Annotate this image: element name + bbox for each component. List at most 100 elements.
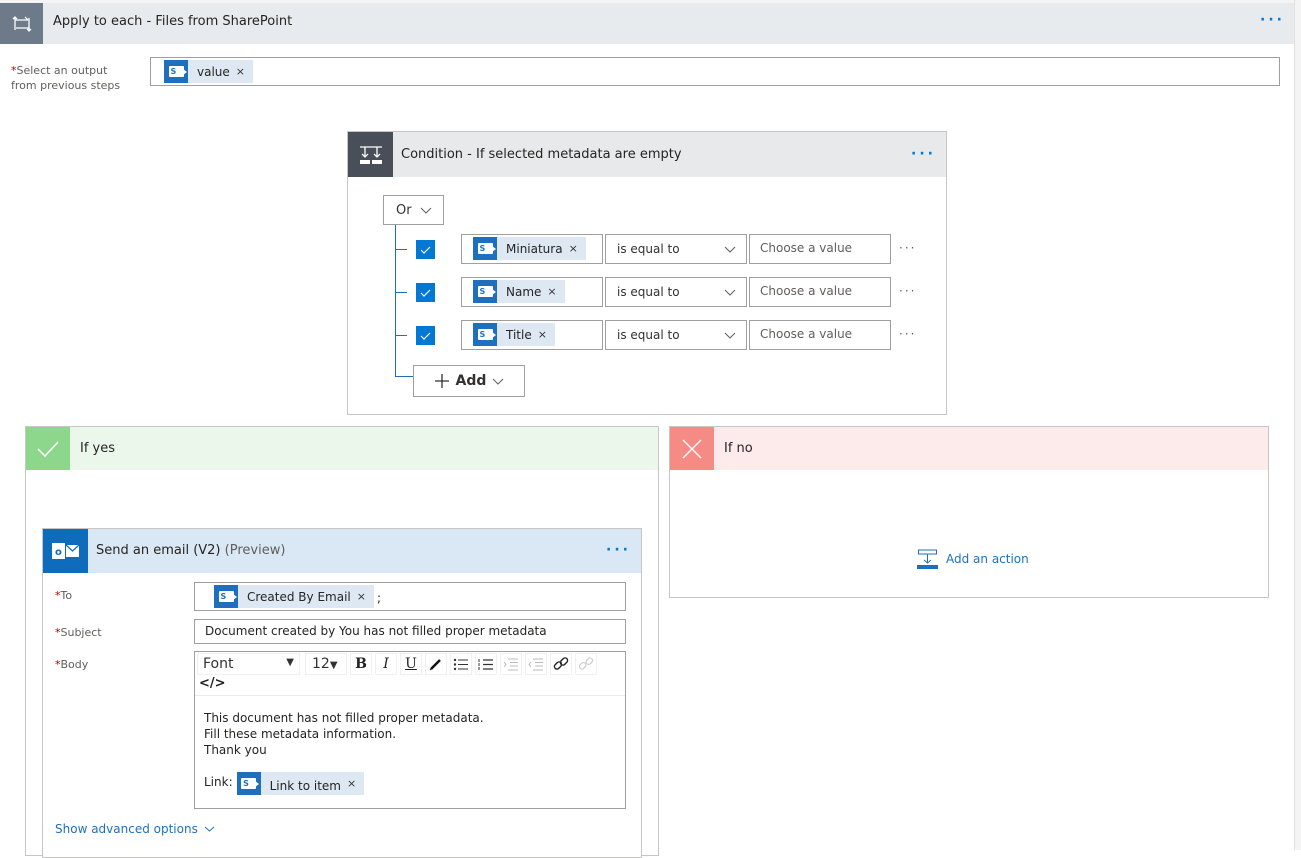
font-dropdown[interactable]: Font ▼	[197, 653, 300, 675]
body-label: *Body	[55, 657, 88, 672]
show-advanced-options-link[interactable]: Show advanced options	[55, 822, 215, 836]
tree-line	[395, 225, 396, 376]
remove-token-icon[interactable]: ×	[236, 60, 253, 83]
chevron-down-icon	[724, 332, 736, 339]
link-icon	[553, 657, 569, 670]
remove-token-icon[interactable]: ×	[357, 585, 374, 608]
italic-button[interactable]: I	[375, 653, 397, 675]
underline-button[interactable]: U	[400, 653, 422, 675]
add-condition-button[interactable]: Add	[413, 365, 525, 397]
remove-token-icon[interactable]: ×	[538, 323, 555, 346]
condition-more-button[interactable]: ···	[911, 146, 936, 162]
link-button[interactable]	[550, 653, 572, 675]
body-editor[interactable]: Font ▼ 12▼ B I U </> This document has no…	[194, 651, 626, 809]
bold-button[interactable]: B	[350, 653, 372, 675]
token-label: value	[197, 64, 230, 79]
numbered-list-button[interactable]	[475, 653, 497, 675]
check-icon	[420, 332, 431, 340]
bullet-list-button[interactable]	[450, 653, 472, 675]
indent-icon	[503, 658, 518, 670]
row-checkbox[interactable]	[416, 326, 435, 345]
condition-field-input[interactable]: S Title ×	[461, 320, 603, 350]
subject-input[interactable]: Document created by You has not filled p…	[194, 619, 626, 644]
email-more-button[interactable]: ···	[606, 542, 631, 558]
operator-value: is equal to	[617, 242, 680, 256]
check-icon	[420, 246, 431, 254]
tree-branch	[395, 335, 407, 336]
code-view-button[interactable]: </>	[199, 676, 226, 691]
tree-branch	[395, 376, 413, 377]
to-label-text: To	[60, 589, 73, 602]
apply-to-each-more-button[interactable]: ···	[1260, 12, 1285, 28]
operator-dropdown[interactable]: is equal to	[605, 234, 747, 264]
if-yes-header[interactable]	[26, 427, 658, 470]
row-checkbox[interactable]	[416, 283, 435, 302]
apply-to-each-title: Apply to each - Files from SharePoint	[53, 14, 293, 29]
outlook-icon: o	[43, 529, 88, 573]
field-token[interactable]: S Title ×	[473, 323, 555, 346]
created-by-email-token[interactable]: S Created By Email ×	[214, 585, 374, 608]
close-icon	[670, 427, 714, 470]
chevron-down-icon	[724, 289, 736, 296]
link-row: Link: S Link to item ×	[204, 772, 365, 795]
remove-token-icon[interactable]: ×	[547, 280, 564, 303]
row-more-button[interactable]: ···	[899, 327, 916, 341]
field-token[interactable]: S Miniatura ×	[473, 237, 586, 260]
token-label: Name	[506, 284, 542, 299]
row-checkbox[interactable]	[416, 240, 435, 259]
value-input[interactable]: Choose a value	[749, 277, 891, 307]
subject-label: *Subject	[55, 625, 102, 640]
chevron-down-icon	[204, 826, 215, 832]
pen-icon	[429, 659, 441, 671]
numbered-list-icon	[478, 658, 493, 670]
operator-dropdown[interactable]: is equal to	[605, 277, 747, 307]
if-yes-title: If yes	[80, 441, 116, 456]
row-more-button[interactable]: ···	[899, 241, 916, 255]
condition-field-input[interactable]: S Miniatura ×	[461, 234, 603, 264]
if-no-header[interactable]	[670, 427, 1268, 470]
sharepoint-icon: S	[214, 585, 238, 608]
output-label: *Select an output from previous steps	[11, 63, 131, 93]
unlink-button[interactable]	[575, 653, 597, 675]
svg-text:o: o	[55, 547, 62, 558]
caret-down-icon: ▼	[329, 660, 338, 671]
group-operator-dropdown[interactable]: Or	[383, 195, 444, 225]
token-label: Created By Email	[247, 589, 351, 604]
sharepoint-icon: S	[473, 237, 497, 260]
body-line: Fill these metadata information.	[204, 727, 397, 741]
highlight-button[interactable]	[425, 653, 447, 675]
body-line: Thank you	[204, 743, 267, 757]
value-input[interactable]: Choose a value	[749, 234, 891, 264]
to-separator: ;	[376, 591, 382, 605]
chevron-down-icon	[493, 378, 504, 385]
email-action-name: Send an email (V2)	[96, 543, 221, 558]
outdent-button[interactable]	[525, 653, 547, 675]
row-more-button[interactable]: ···	[899, 284, 916, 298]
operator-dropdown[interactable]: is equal to	[605, 320, 747, 350]
to-input[interactable]: S Created By Email × ;	[194, 582, 626, 611]
remove-token-icon[interactable]: ×	[347, 772, 364, 795]
sharepoint-icon: S	[473, 280, 497, 303]
bullet-list-icon	[453, 658, 468, 670]
caret-down-icon: ▼	[286, 657, 294, 668]
add-action-label: Add an action	[946, 552, 1029, 566]
unlink-icon	[578, 657, 594, 670]
condition-field-input[interactable]: S Name ×	[461, 277, 603, 307]
link-to-item-token[interactable]: S Link to item ×	[236, 772, 365, 795]
scrollbar[interactable]	[1294, 0, 1301, 850]
subject-label-text: Subject	[60, 626, 102, 639]
field-token[interactable]: S Name ×	[473, 280, 565, 303]
sharepoint-icon: S	[164, 60, 188, 83]
body-line: This document has not filled proper meta…	[204, 711, 484, 725]
font-size-dropdown[interactable]: 12▼	[305, 653, 347, 675]
group-operator-value: Or	[396, 202, 412, 218]
remove-token-icon[interactable]: ×	[569, 237, 586, 260]
indent-button[interactable]	[500, 653, 522, 675]
operator-value: is equal to	[617, 328, 680, 342]
value-token[interactable]: S value ×	[164, 60, 253, 83]
check-icon	[420, 289, 431, 297]
output-input[interactable]: S value ×	[150, 57, 1280, 86]
add-an-action-button[interactable]: Add an action	[917, 549, 1029, 569]
token-label: Link to item	[269, 778, 341, 793]
value-input[interactable]: Choose a value	[749, 320, 891, 350]
